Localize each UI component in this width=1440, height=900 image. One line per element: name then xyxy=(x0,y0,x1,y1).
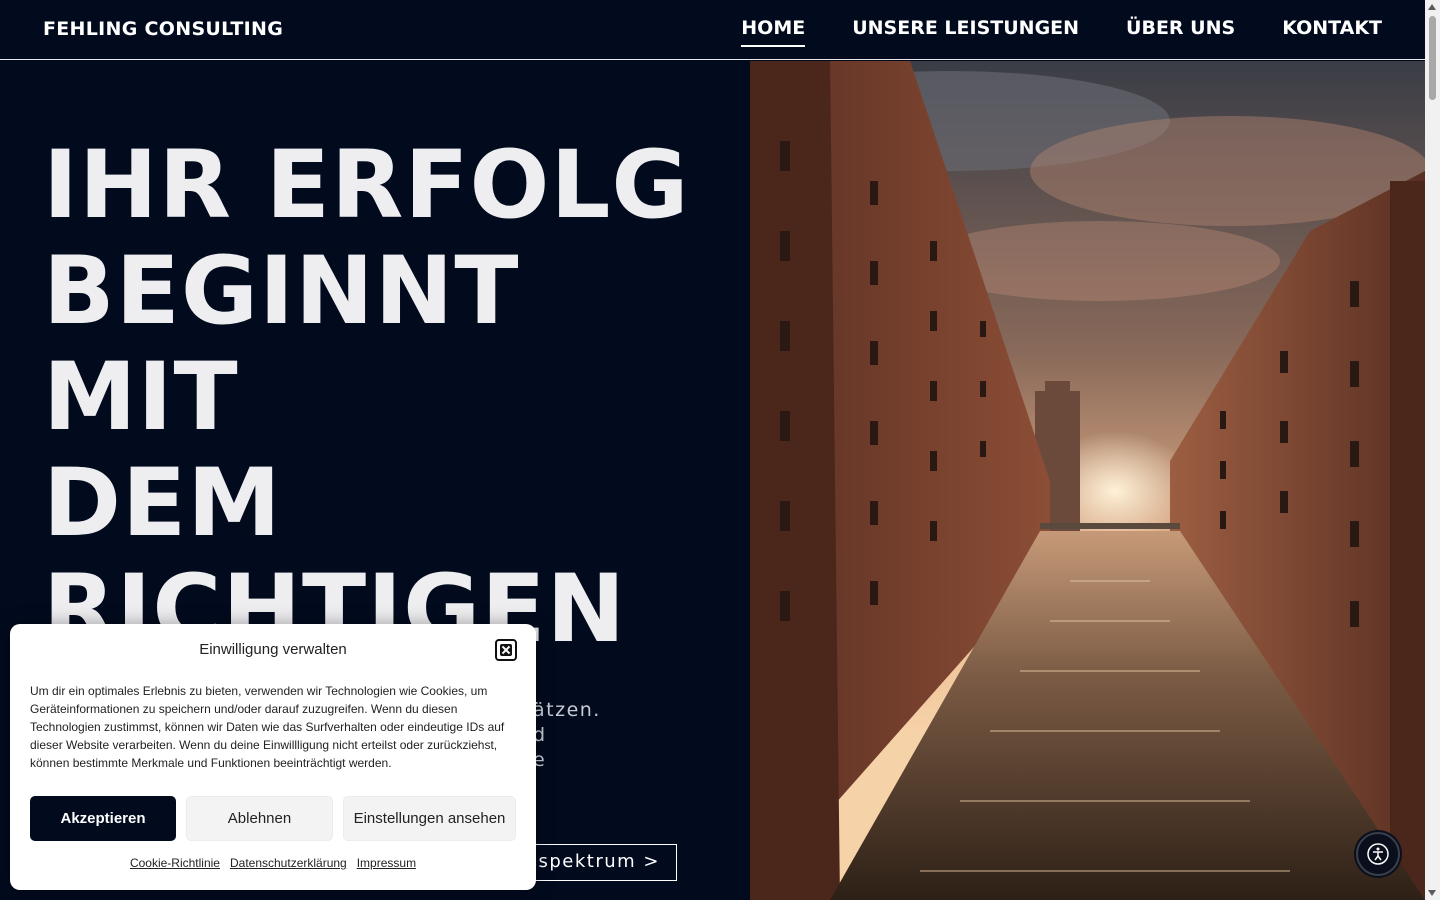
scroll-thumb[interactable] xyxy=(1429,16,1436,100)
accessibility-icon xyxy=(1367,843,1389,865)
modal-text: Um dir ein optimales Erlebnis zu bieten,… xyxy=(30,684,505,770)
nav-item-home[interactable]: HOME xyxy=(741,17,806,47)
hero-image xyxy=(750,61,1425,900)
close-button[interactable] xyxy=(495,639,517,661)
cookie-consent-modal: Einwilligung verwalten Um dir ein optima… xyxy=(10,624,536,890)
modal-title: Einwilligung verwalten xyxy=(199,641,347,658)
accessibility-button[interactable] xyxy=(1356,832,1400,876)
headline-line: IHR ERFOLG xyxy=(43,131,690,240)
close-icon xyxy=(500,644,512,656)
site-logo[interactable]: FEHLING CONSULTING xyxy=(43,18,283,40)
main-nav: HOME UNSERE LEISTUNGEN ÜBER UNS KONTAKT xyxy=(741,17,1382,47)
scroll-down-icon[interactable] xyxy=(1428,890,1436,896)
site-header: FEHLING CONSULTING HOME UNSERE LEISTUNGE… xyxy=(0,0,1425,60)
headline-line: BEGINNT MIT xyxy=(43,237,520,452)
nav-item-ueber-uns[interactable]: ÜBER UNS xyxy=(1126,17,1235,47)
accept-button[interactable]: Akzeptieren xyxy=(30,796,176,841)
imprint-link[interactable]: Impressum xyxy=(357,856,416,870)
cookie-policy-link[interactable]: Cookie-Richtlinie xyxy=(130,856,220,870)
nav-item-kontakt[interactable]: KONTAKT xyxy=(1282,17,1382,47)
modal-links: Cookie-Richtlinie Datenschutzerklärung I… xyxy=(10,856,536,870)
view-settings-button[interactable]: Einstellungen ansehen xyxy=(343,796,516,841)
scroll-up-icon[interactable] xyxy=(1428,4,1436,10)
deny-button[interactable]: Ablehnen xyxy=(186,796,333,841)
headline-line: DEM xyxy=(43,449,282,558)
nav-item-leistungen[interactable]: UNSERE LEISTUNGEN xyxy=(852,17,1079,47)
scrollbar[interactable] xyxy=(1425,0,1440,900)
privacy-policy-link[interactable]: Datenschutzerklärung xyxy=(230,856,347,870)
